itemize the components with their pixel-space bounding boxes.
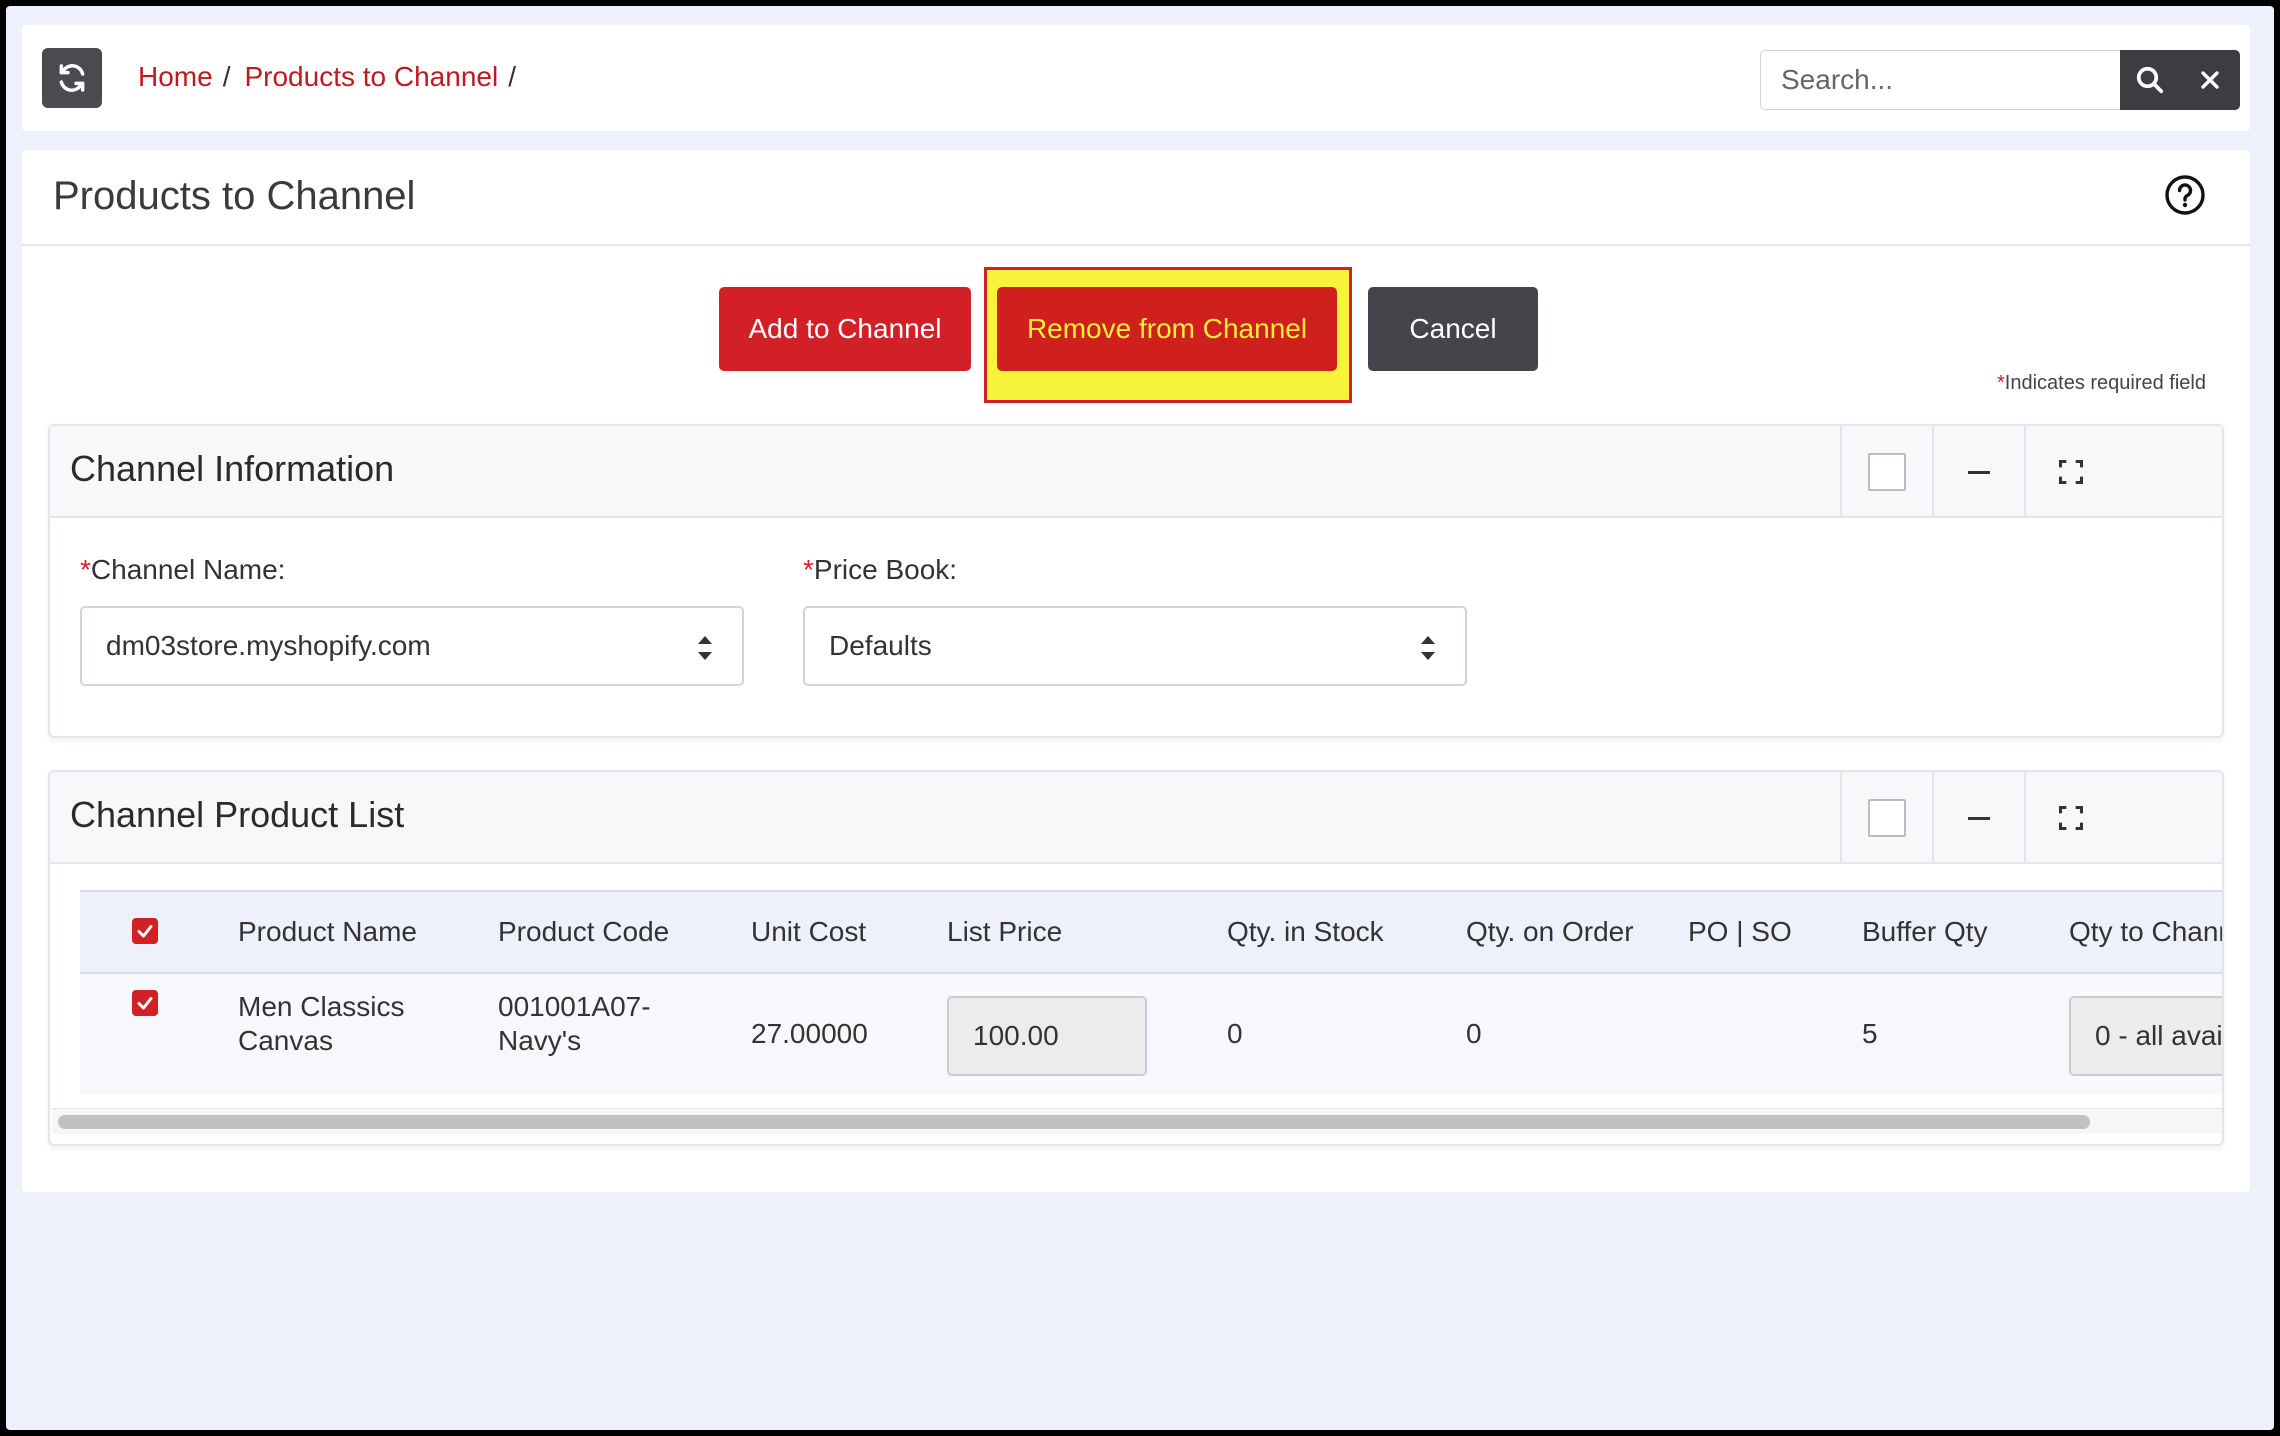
app-frame: Home / Products to Channel / Products to… — [6, 6, 2274, 1430]
breadcrumb-home-link[interactable]: Home — [138, 61, 213, 93]
minus-icon — [1968, 470, 1990, 474]
column-header-product-name[interactable]: Product Name — [238, 916, 417, 948]
column-header-list-price[interactable]: List Price — [947, 916, 1062, 948]
table-row: Men Classics Canvas 001001A07- Navy's 27… — [80, 974, 2222, 1094]
row-checkbox[interactable] — [132, 990, 158, 1016]
card-header: Channel Information — [50, 426, 2222, 518]
channel-name-label-text: Channel Name: — [90, 554, 286, 585]
required-star: * — [1996, 372, 2005, 394]
product-code-line: 001001A07- — [498, 991, 651, 1022]
list-price-input[interactable]: 100.00 — [947, 996, 1147, 1076]
price-book-label: *Price Book: — [803, 554, 957, 586]
column-header-buffer-qty[interactable]: Buffer Qty — [1862, 916, 1988, 948]
qty-to-channel-select[interactable]: 0 - all available — [2069, 996, 2222, 1076]
check-icon — [137, 925, 153, 938]
clear-search-button[interactable] — [2180, 50, 2240, 110]
required-note-text: Indicates required field — [2004, 372, 2206, 394]
breadcrumb-separator: / — [222, 61, 231, 92]
refresh-button[interactable] — [42, 48, 102, 108]
price-book-value: Defaults — [829, 630, 932, 661]
help-circle-icon[interactable] — [2164, 174, 2206, 216]
card-title: Channel Product List — [70, 794, 405, 835]
card-select-toggle[interactable] — [1840, 426, 1932, 518]
product-name-line: Canvas — [238, 1025, 333, 1056]
cell-qty-in-stock: 0 — [1227, 1018, 1243, 1049]
top-bar: Home / Products to Channel / — [22, 25, 2250, 131]
breadcrumb: Home / Products to Channel / — [138, 61, 530, 93]
column-header-unit-cost[interactable]: Unit Cost — [751, 916, 866, 948]
cancel-button[interactable]: Cancel — [1368, 287, 1538, 371]
column-header-po-so[interactable]: PO | SO — [1688, 916, 1792, 948]
price-book-label-text: Price Book: — [813, 554, 958, 585]
card-expand-button[interactable] — [2024, 772, 2116, 864]
price-book-select[interactable]: Defaults — [803, 606, 1467, 686]
product-table: Product Name Product Code Unit Cost List… — [80, 890, 2222, 1094]
breadcrumb-separator: / — [508, 61, 516, 92]
cell-unit-cost: 27.00000 — [751, 1018, 868, 1049]
expand-icon — [2058, 805, 2084, 831]
card-collapse-button[interactable] — [1932, 772, 2024, 864]
column-header-qty-to-channel[interactable]: Qty to Channel — [2069, 916, 2222, 948]
search-button[interactable] — [2120, 50, 2180, 110]
action-bar: Add to Channel Remove from Channel Cance… — [22, 267, 2250, 407]
channel-name-select[interactable]: dm03store.myshopify.com — [80, 606, 744, 686]
required-star: * — [80, 554, 91, 585]
search-icon — [2136, 66, 2164, 94]
breadcrumb-current-link[interactable]: Products to Channel — [244, 61, 498, 93]
sort-arrows-icon — [1421, 636, 1435, 660]
add-to-channel-button[interactable]: Add to Channel — [719, 287, 971, 371]
card-header: Channel Product List — [50, 772, 2222, 864]
required-field-note: *Indicates required field — [1997, 372, 2206, 395]
card-title: Channel Information — [70, 448, 395, 489]
page-title: Products to Channel — [53, 174, 416, 218]
select-all-checkbox[interactable] — [132, 918, 158, 944]
channel-name-label: *Channel Name: — [80, 554, 285, 586]
expand-icon — [2058, 459, 2084, 485]
channel-name-value: dm03store.myshopify.com — [106, 630, 431, 661]
column-header-product-code[interactable]: Product Code — [498, 916, 669, 948]
horizontal-scrollbar[interactable] — [52, 1108, 2222, 1134]
checkbox-icon — [1868, 799, 1906, 837]
minus-icon — [1968, 816, 1990, 820]
scrollbar-thumb[interactable] — [58, 1115, 2090, 1129]
checkbox-icon — [1868, 453, 1906, 491]
channel-information-card: Channel Information *Channel Name: dm03s… — [48, 424, 2224, 738]
card-select-toggle[interactable] — [1840, 772, 1932, 864]
product-name-line: Men Classics — [238, 991, 405, 1022]
table-header: Product Name Product Code Unit Cost List… — [80, 890, 2222, 974]
required-star: * — [803, 554, 814, 585]
search-group — [1760, 50, 2240, 110]
remove-from-channel-button[interactable]: Remove from Channel — [997, 287, 1337, 371]
channel-product-list-card: Channel Product List Product Name Produc… — [48, 770, 2224, 1146]
close-icon — [2201, 71, 2219, 89]
cell-product-name: Men Classics Canvas — [238, 990, 404, 1058]
check-icon — [137, 997, 153, 1010]
main-panel: Products to Channel Add to Channel Remov… — [22, 150, 2250, 1192]
cell-qty-on-order: 0 — [1466, 1018, 1482, 1049]
column-header-qty-on-order[interactable]: Qty. on Order — [1466, 916, 1634, 948]
cell-buffer-qty: 5 — [1862, 1018, 1878, 1049]
search-input[interactable] — [1760, 50, 2120, 110]
column-header-qty-in-stock[interactable]: Qty. in Stock — [1227, 916, 1384, 948]
title-divider — [22, 244, 2250, 246]
card-expand-button[interactable] — [2024, 426, 2116, 518]
cell-product-code: 001001A07- Navy's — [498, 990, 651, 1058]
sort-arrows-icon — [698, 636, 712, 660]
refresh-icon — [59, 64, 85, 92]
card-collapse-button[interactable] — [1932, 426, 2024, 518]
product-code-line: Navy's — [498, 1025, 582, 1056]
